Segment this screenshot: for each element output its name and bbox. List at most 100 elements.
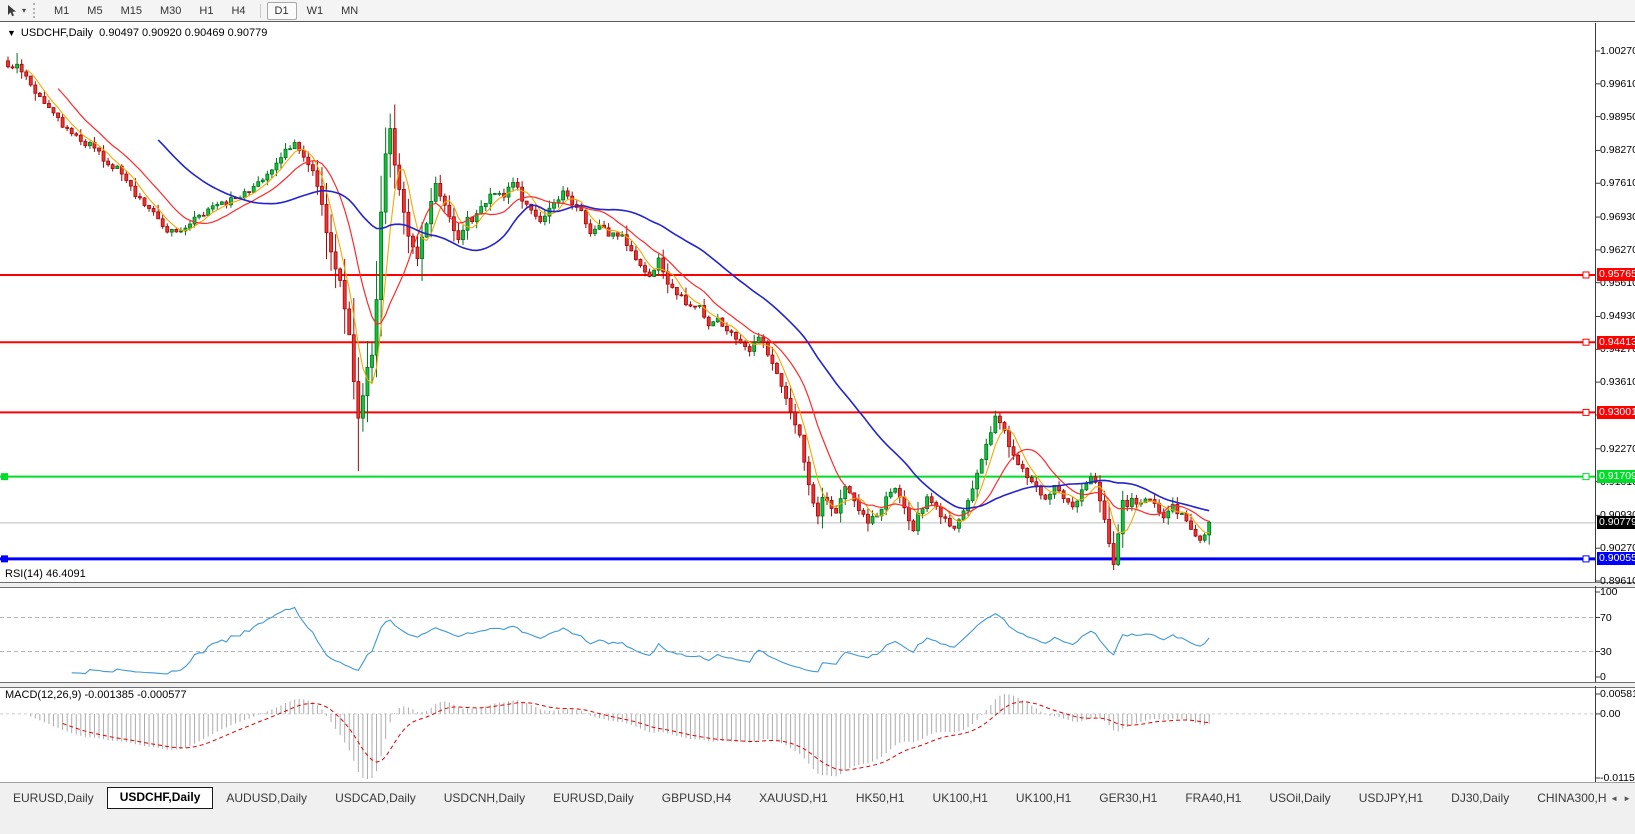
timeframe-button-h4[interactable]: H4 [223,2,253,20]
candle-body [612,233,615,236]
candle-body [680,295,683,296]
candle-body [1162,512,1165,518]
price-tick-label: 1.00270 [1600,45,1635,57]
candle-body [457,231,460,240]
tab-scroll-left-icon[interactable]: ◄ [1610,794,1618,803]
trading-app-window: ▾ M1M5M15M30H1H4D1W1MN ▼USDCHF,Daily 0.9… [0,0,1635,834]
candle-body [744,343,747,347]
candle-body [766,342,769,355]
timeframe-button-m30[interactable]: M30 [152,2,189,20]
candle-body [1199,536,1202,540]
timeframe-button-m1[interactable]: M1 [46,2,77,20]
candle-body [871,516,874,523]
candle-body [789,398,792,412]
level-line-handle[interactable] [1583,339,1589,345]
candle-body [198,215,201,217]
candle-body [302,151,305,158]
timeframe-button-m15[interactable]: M15 [113,2,150,20]
cursor-dropdown-caret-icon[interactable]: ▾ [22,6,26,15]
timeframe-button-mn[interactable]: MN [333,2,366,20]
macd-tick-label: 0.00 [1600,708,1620,720]
price-tick-label: 0.98950 [1600,111,1635,123]
candle-body [771,355,774,363]
symbol-tab-xauusd-h1[interactable]: XAUUSD,H1 [746,788,841,809]
candle-body [366,367,369,395]
symbol-tab-usdjpy-h1[interactable]: USDJPY,H1 [1346,788,1436,809]
candle-body [948,518,951,526]
candle-body [953,526,956,528]
symbol-tab-uk100-h1[interactable]: UK100,H1 [1003,788,1084,809]
symbol-tab-hk50-h1[interactable]: HK50,H1 [843,788,918,809]
symbol-tab-eurusd-daily[interactable]: EURUSD,Daily [0,788,107,809]
candle-body [1099,482,1102,501]
level-line-handle[interactable] [1583,474,1589,480]
level-price-tag: 0.90055 [1597,552,1635,565]
level-line-handle[interactable] [1583,409,1589,415]
symbol-tab-usdcnh-daily[interactable]: USDCNH,Daily [431,788,538,809]
candle-body [361,396,364,418]
candle-body [266,174,269,180]
candle-body [971,489,974,501]
candle-body [671,284,674,287]
tab-scroll-right-icon[interactable]: ► [1623,794,1631,803]
candle-body [757,337,760,342]
symbol-tab-dj30-daily[interactable]: DJ30,Daily [1438,788,1522,809]
candle-body [775,363,778,373]
candle-body [29,76,32,85]
candle-body [534,210,537,216]
timeframe-button-h1[interactable]: H1 [191,2,221,20]
timeframe-button-w1[interactable]: W1 [299,2,332,20]
timeframe-button-d1[interactable]: D1 [267,2,297,20]
symbol-tab-china300-h1[interactable]: CHINA300,H1 [1524,788,1606,809]
candle-body [293,143,296,149]
candle-body [480,207,483,214]
chart-title: ▼USDCHF,Daily 0.90497 0.90920 0.90469 0.… [7,27,267,39]
symbol-tab-ger30-h1[interactable]: GER30,H1 [1086,788,1170,809]
candle-body [498,193,501,194]
candle-body [38,93,41,96]
candle-body [653,270,656,276]
candle-body [34,85,37,93]
level-line-handle[interactable] [1583,556,1589,562]
rsi-tick-label: 100 [1600,586,1618,598]
symbol-tab-uk100-h1[interactable]: UK100,H1 [920,788,1001,809]
candle-body [257,182,260,187]
candle-body [489,194,492,203]
symbol-tab-audusd-daily[interactable]: AUDUSD,Daily [213,788,320,809]
symbol-tab-gbpusd-h4[interactable]: GBPUSD,H4 [649,788,744,809]
level-line-handle[interactable] [1,473,8,480]
symbol-tab-usdcad-daily[interactable]: USDCAD,Daily [322,788,429,809]
candle-body [539,216,542,221]
candle-body [462,230,465,239]
candle-body [439,183,442,196]
chart-dropdown-icon[interactable]: ▼ [7,28,16,38]
rsi-tick-label: 0 [1600,671,1606,683]
candle-body [421,237,424,259]
candle-body [493,193,496,194]
symbol-tab-usoil-daily[interactable]: USOil,Daily [1256,788,1343,809]
candle-body [589,224,592,234]
cursor-tool-icon[interactable] [3,2,21,19]
price-tick-label: 0.98270 [1600,144,1635,156]
level-line-handle[interactable] [1583,272,1589,278]
candle-body [66,127,69,128]
candle-body [1112,544,1115,565]
candle-body [839,499,842,513]
candle-body [1185,513,1188,520]
symbol-tab-usdchf-daily[interactable]: USDCHF,Daily [107,787,214,809]
level-line-handle[interactable] [1,555,8,562]
candle-body [416,247,419,259]
candle-body [371,355,374,367]
candle-body [220,202,223,205]
macd-indicator-pane[interactable] [0,686,1635,784]
rsi-indicator-pane[interactable] [0,586,1635,682]
symbol-tab-eurusd-daily[interactable]: EURUSD,Daily [540,788,647,809]
candle-body [25,72,28,76]
timeframe-button-m5[interactable]: M5 [79,2,110,20]
candle-body [1194,529,1197,536]
symbol-tab-fra40-h1[interactable]: FRA40,H1 [1172,788,1254,809]
toolbar-grip[interactable] [33,3,39,18]
chart-window: ▼USDCHF,Daily 0.90497 0.90920 0.90469 0.… [0,21,1635,804]
price-chart-pane[interactable] [0,23,1635,583]
candle-body [389,129,392,154]
